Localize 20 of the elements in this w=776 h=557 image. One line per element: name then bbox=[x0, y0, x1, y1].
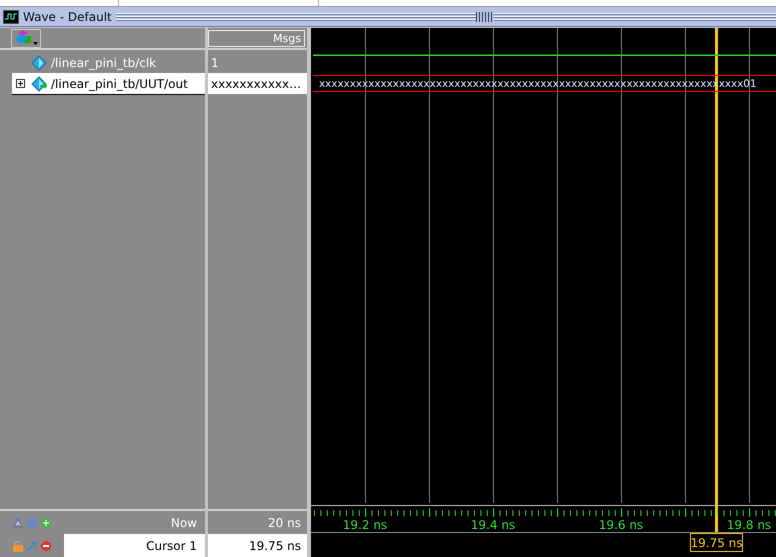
signal-value: 1 bbox=[211, 56, 219, 70]
now-label: Now bbox=[170, 516, 197, 530]
wave-window-icon bbox=[3, 10, 19, 24]
bus-signal-icon bbox=[31, 76, 47, 92]
cursor-tools-drawing bbox=[12, 540, 52, 552]
time-label: 19.8 ns bbox=[726, 518, 772, 532]
cursor-name[interactable]: Cursor 1 bbox=[64, 534, 205, 557]
cursor-time-marker: 19.75 ns bbox=[690, 533, 743, 552]
time-label: 19.4 ns bbox=[470, 518, 516, 532]
window-title: Wave - Default bbox=[23, 10, 112, 24]
column-header: Msgs bbox=[208, 30, 305, 46]
time-label: 19.6 ns bbox=[598, 518, 644, 532]
toolbar-icons-drawing bbox=[12, 516, 52, 528]
expand-icon[interactable] bbox=[16, 79, 26, 88]
time-label: 19.2 ns bbox=[342, 518, 388, 532]
cursor-time: 19.75 ns bbox=[248, 538, 301, 552]
signal-icon bbox=[31, 54, 47, 70]
signal-value: xxxxxxxxxxx… bbox=[211, 76, 302, 90]
now-time: 20 ns bbox=[268, 516, 301, 530]
add-signal-dropdown[interactable] bbox=[11, 28, 41, 48]
